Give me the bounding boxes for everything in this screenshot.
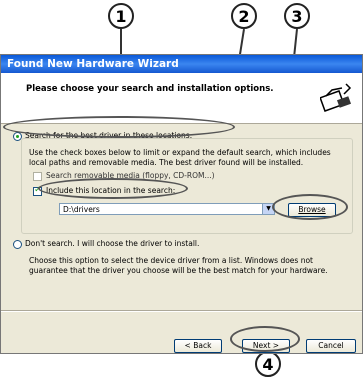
cancel-button-label: Cancel <box>318 341 344 350</box>
dont-search-label[interactable]: Don't search. I will choose the driver t… <box>25 239 199 248</box>
back-button[interactable]: < Back <box>174 339 222 353</box>
search-description: Use the check boxes below to limit or ex… <box>29 148 331 167</box>
wizard-header: Please choose your search and installati… <box>1 73 362 124</box>
cancel-button[interactable]: Cancel <box>306 339 356 353</box>
callout-3: 3 <box>284 3 310 29</box>
callout-1: 1 <box>108 3 134 29</box>
hardware-wizard-icon <box>320 83 352 112</box>
header-text: Please choose your search and installati… <box>26 84 274 94</box>
search-best-driver-radio[interactable] <box>13 132 22 141</box>
button-separator <box>1 310 362 312</box>
window-title: Found New Hardware Wizard <box>7 58 179 70</box>
driver-path-value: D:\drivers <box>63 205 100 214</box>
highlight-oval-next <box>230 326 300 352</box>
back-button-label: < Back <box>184 341 212 350</box>
highlight-oval-browse <box>272 194 348 220</box>
highlight-oval-include <box>38 178 188 199</box>
driver-path-combobox[interactable]: D:\drivers ▼ <box>59 203 275 215</box>
highlight-oval-search <box>3 116 235 138</box>
removable-media-checkbox[interactable] <box>33 172 42 181</box>
dont-search-radio[interactable] <box>13 240 22 249</box>
title-bar: Found New Hardware Wizard <box>1 55 362 73</box>
callout-4: 4 <box>255 351 281 377</box>
callout-2: 2 <box>231 3 257 29</box>
dont-search-description: Choose this option to select the device … <box>29 256 328 275</box>
